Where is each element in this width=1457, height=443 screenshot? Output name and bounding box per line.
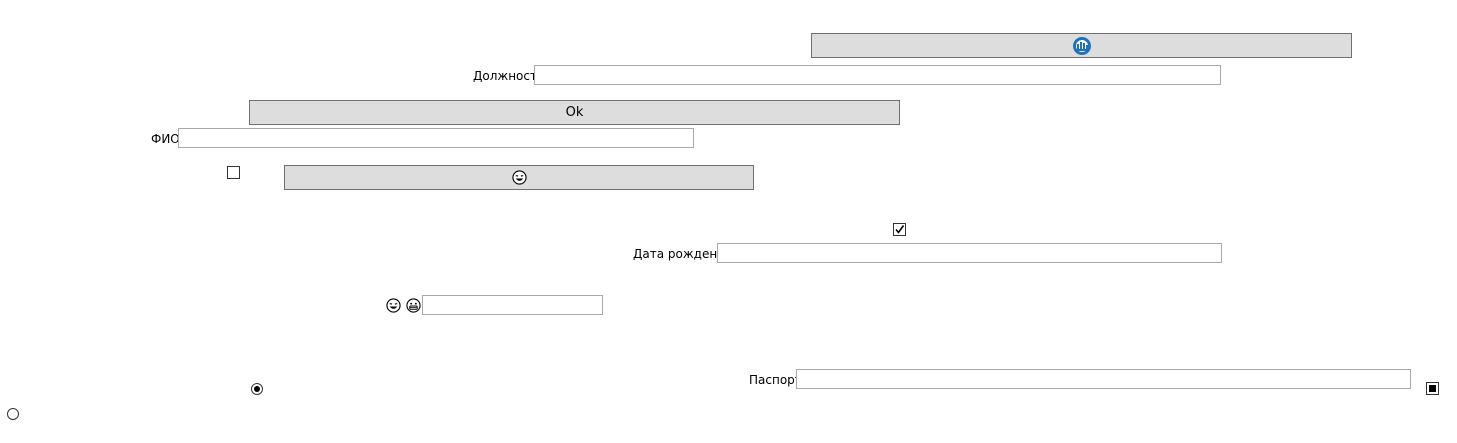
emoji-input[interactable] [422, 295, 603, 315]
passport-input[interactable] [796, 369, 1411, 389]
radio-dot [254, 386, 260, 392]
checked-checkbox[interactable] [893, 223, 906, 236]
passport-label: Паспорт [749, 373, 802, 387]
full-name-label: ФИО [151, 132, 180, 146]
indeterminate-checkbox[interactable] [1426, 382, 1439, 395]
indeterminate-square-icon [1429, 385, 1436, 392]
birth-date-input[interactable] [717, 243, 1222, 263]
full-name-input[interactable] [178, 128, 694, 148]
laughing-face-icon [386, 298, 401, 316]
selected-radio[interactable] [251, 383, 263, 395]
unchecked-checkbox[interactable] [227, 166, 240, 179]
emoji-button[interactable] [284, 165, 754, 190]
cloud-upload-icon [1072, 36, 1092, 56]
laughing-face-icon [511, 170, 527, 185]
grinning-face-icon [406, 298, 421, 316]
upload-button[interactable] [811, 33, 1352, 58]
checkmark-icon [895, 225, 905, 234]
position-input[interactable] [534, 65, 1221, 85]
unselected-radio[interactable] [7, 408, 19, 420]
ok-button-label: Ok [565, 105, 584, 120]
ok-button[interactable]: Ok [249, 100, 900, 125]
